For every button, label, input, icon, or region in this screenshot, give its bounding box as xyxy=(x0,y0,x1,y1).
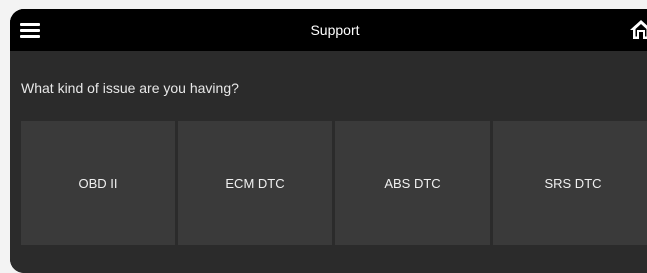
app-header: Support xyxy=(10,9,647,51)
page-title: Support xyxy=(310,22,360,38)
menu-line xyxy=(20,23,40,26)
hamburger-menu-icon[interactable] xyxy=(20,23,40,39)
option-ecm-dtc[interactable]: ECM DTC xyxy=(178,121,332,245)
issue-question: What kind of issue are you having? xyxy=(21,80,239,96)
device-frame: Support What kind of issue are you havin… xyxy=(10,9,647,273)
menu-line xyxy=(20,35,40,38)
option-obd-ii[interactable]: OBD II xyxy=(21,121,175,245)
option-abs-dtc[interactable]: ABS DTC xyxy=(335,121,490,245)
option-srs-dtc[interactable]: SRS DTC xyxy=(493,121,647,245)
support-screen: Support What kind of issue are you havin… xyxy=(10,9,647,273)
home-icon-graphic xyxy=(630,20,647,39)
menu-line xyxy=(20,29,40,32)
home-icon[interactable] xyxy=(629,18,647,40)
